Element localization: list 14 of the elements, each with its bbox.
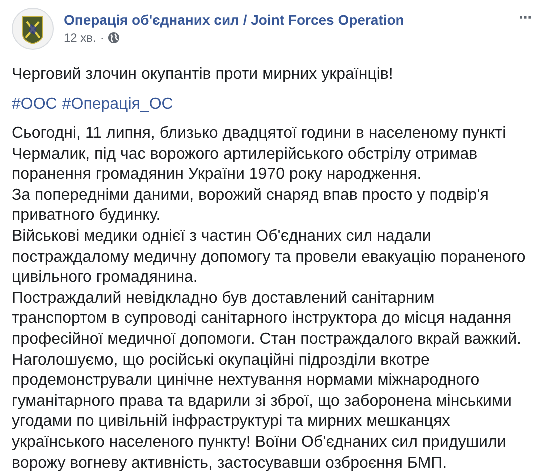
more-options-button[interactable]: ···	[519, 10, 532, 28]
hashtag-link[interactable]: #Операція_ОС	[62, 94, 174, 115]
post-headline: Черговий злочин окупантів проти мирних українців!	[12, 65, 394, 85]
post-time[interactable]: 12 хв.	[64, 31, 96, 45]
separator-dot: ·	[100, 31, 104, 45]
post-paragraph: Військові медики однієї з частин Об'єднаних сил надали постраждалому медичну допомогу та провели евакуацію пораненого цивільного громадянина.	[12, 226, 527, 288]
post-paragraph: Постраждалий невідкладно був доставлений санітарним транспортом в супроводі санітарного інструктора до місця надання професійної медичної допомоги. Стан постраждалого вкрай важкий.	[12, 288, 522, 350]
emblem-icon[interactable]	[12, 8, 54, 50]
page-name-link[interactable]: Операція об'єднаних сил / Joint Forces Operation	[64, 12, 510, 28]
post-paragraph: Наголошуємо, що російські окупаційні підрозділи вкотре продемонстрували цинічне нехтування нормами міжнародного гуманітарного права та вдарили зі зброї, що заборонена мінськими угодами по цивільній інфраструктурі та мирних мешканцях українського населеного пункту! Воїни Об'єднаних сил придушили ворожу вогневу активність, застосувавши озброєння БМП.	[12, 350, 513, 474]
globe-icon	[108, 32, 120, 44]
hashtag-link[interactable]: #ООС	[12, 94, 58, 115]
post-paragraph: За попередніми даними, ворожий снаряд впав просто у подвір'я приватного будинку.	[12, 186, 490, 226]
post-paragraph: Сьогодні, 11 липня, близько двадцятої години в населеному пункті Чермалик, під час ворожого артилерійського обстрілу отримав поранення громадянин України 1970 року народження.	[12, 124, 508, 186]
